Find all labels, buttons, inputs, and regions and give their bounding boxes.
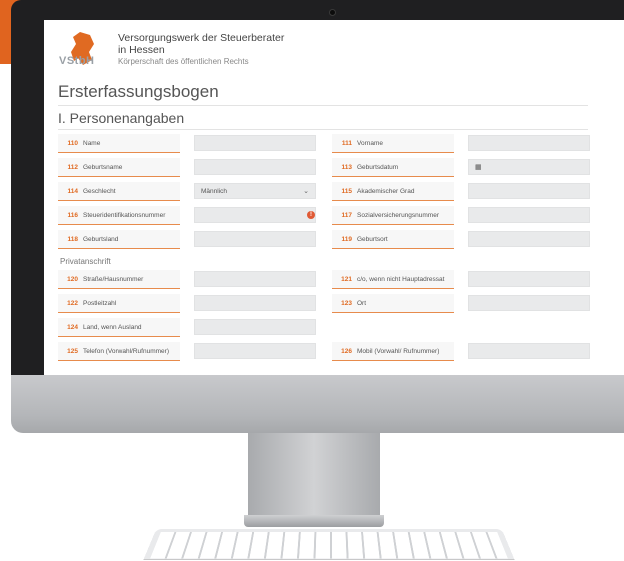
- field-label-text: Akademischer Grad: [357, 187, 415, 195]
- field-label-text: Steueridentifikationsnummer: [83, 211, 166, 219]
- field-label-text: Vorname: [357, 139, 384, 147]
- keyboard-keys: [150, 532, 508, 559]
- ort-input[interactable]: [468, 295, 590, 311]
- field-label-text: Straße/Hausnummer: [83, 275, 144, 283]
- page-title: Ersterfassungsbogen: [58, 82, 219, 101]
- field-label-sozialversicherungsnummer: 117 Sozialversicherungsnummer: [332, 206, 454, 225]
- field-number: 114: [67, 187, 79, 195]
- geschlecht-select[interactable]: Männlich ⌄: [194, 183, 316, 199]
- field-label-geburtsname: 112 Geburtsname: [58, 158, 180, 177]
- co-input[interactable]: [468, 271, 590, 287]
- title-divider: [58, 105, 588, 106]
- mobil-input[interactable]: [468, 343, 590, 359]
- field-label-text: Ort: [357, 299, 367, 307]
- field-label-text: Land, wenn Ausland: [83, 323, 142, 331]
- field-number: 124: [67, 323, 78, 331]
- field-label-geburtsland: 118 Geburtsland: [58, 230, 180, 249]
- select-value: Männlich: [201, 187, 228, 195]
- geburtsland-input[interactable]: [194, 231, 316, 247]
- org-name-line-2: in Hessen: [118, 44, 165, 56]
- postleitzahl-input[interactable]: [194, 295, 316, 311]
- monitor-stand-foot: [244, 515, 384, 527]
- field-label-geschlecht: 114 Geschlecht: [58, 182, 180, 201]
- land-input[interactable]: [194, 319, 316, 335]
- field-label-vorname: 111 Vorname: [332, 134, 454, 153]
- akademischer-grad-input[interactable]: [468, 183, 590, 199]
- field-number: 118: [67, 235, 79, 243]
- warning-icon: !: [307, 211, 315, 219]
- field-label-text: Name: [83, 139, 101, 147]
- geburtsort-input[interactable]: [468, 231, 590, 247]
- monitor-screen: VStbH Versorgungswerk der Steuerberater …: [44, 20, 624, 375]
- vorname-input[interactable]: [468, 135, 590, 151]
- org-name-line-1: Versorgungswerk der Steuerberater: [118, 32, 285, 44]
- field-label-text: Telefon (Vorwahl/Rufnummer): [83, 347, 169, 355]
- field-label-telefon: 125 Telefon (Vorwahl/Rufnummer): [58, 342, 180, 361]
- field-label-mobil: 126 Mobil (Vorwahl/ Rufnummer): [332, 342, 454, 361]
- field-label-strasse: 120 Straße/Hausnummer: [58, 270, 180, 289]
- keyboard: [143, 528, 515, 561]
- steuer-id-input[interactable]: [194, 207, 316, 223]
- camera-icon: [329, 9, 336, 16]
- field-number: 120: [67, 275, 78, 283]
- calendar-icon[interactable]: ▦: [475, 163, 482, 171]
- field-number: 115: [341, 187, 353, 195]
- field-number: 119: [341, 235, 353, 243]
- chevron-down-icon: ⌄: [303, 188, 309, 195]
- name-input[interactable]: [194, 135, 316, 151]
- field-label-text: Geburtsdatum: [357, 163, 399, 171]
- field-number: 122: [67, 299, 78, 307]
- field-label-text: c/o, wenn nicht Hauptadressat: [357, 275, 445, 283]
- field-label-text: Geschlecht: [83, 187, 116, 195]
- section-title: I. Personenangaben: [58, 110, 185, 126]
- monitor-stand: [248, 433, 380, 525]
- field-label-text: Geburtsland: [83, 235, 119, 243]
- field-label-geburtsort: 119 Geburtsort: [332, 230, 454, 249]
- strasse-input[interactable]: [194, 271, 316, 287]
- field-number: 111: [341, 139, 352, 147]
- monitor-chin: [11, 375, 624, 433]
- field-label-text: Postleitzahl: [83, 299, 117, 307]
- sozialversicherungsnummer-input[interactable]: [468, 207, 590, 223]
- field-label-land: 124 Land, wenn Ausland: [58, 318, 180, 337]
- field-label-akademischer-grad: 115 Akademischer Grad: [332, 182, 454, 201]
- field-label-text: Geburtsort: [357, 235, 388, 243]
- field-number: 116: [67, 211, 79, 219]
- geburtsdatum-input[interactable]: ▦: [468, 159, 590, 175]
- section-divider: [58, 129, 588, 130]
- field-label-text: Mobil (Vorwahl/ Rufnummer): [357, 347, 440, 355]
- field-number: 112: [67, 163, 79, 171]
- field-label-postleitzahl: 122 Postleitzahl: [58, 294, 180, 313]
- field-label-steuer-id: 116 Steueridentifikationsnummer: [58, 206, 180, 225]
- telefon-input[interactable]: [194, 343, 316, 359]
- org-subtitle: Körperschaft des öffentlichen Rechts: [118, 57, 249, 66]
- field-label-text: Sozialversicherungsnummer: [357, 211, 440, 219]
- logo-wordmark: VStbH: [59, 55, 95, 67]
- field-number: 113: [341, 163, 353, 171]
- field-label-text: Geburtsname: [83, 163, 123, 171]
- field-number: 125: [67, 347, 78, 355]
- field-number: 121: [341, 275, 352, 283]
- field-label-ort: 123 Ort: [332, 294, 454, 313]
- field-label-name: 110 Name: [58, 134, 180, 153]
- organization-name: Versorgungswerk der Steuerberater in Hes…: [118, 32, 284, 66]
- field-label-co: 121 c/o, wenn nicht Hauptadressat: [332, 270, 454, 289]
- field-number: 110: [67, 139, 79, 147]
- field-number: 117: [341, 211, 353, 219]
- field-number: 123: [341, 299, 352, 307]
- field-label-geburtsdatum: 113 Geburtsdatum: [332, 158, 454, 177]
- subsection-title: Privatanschrift: [60, 257, 111, 266]
- geburtsname-input[interactable]: [194, 159, 316, 175]
- field-number: 126: [341, 347, 352, 355]
